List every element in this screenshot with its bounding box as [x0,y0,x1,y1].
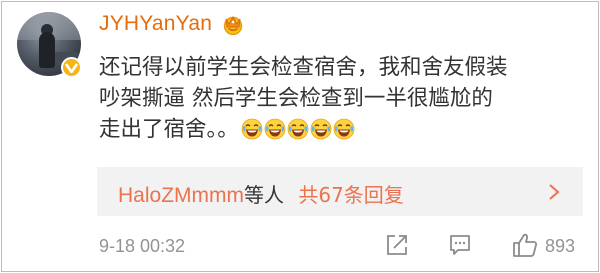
laughing-crying-face-emoji [333,118,355,140]
comment-text: 还记得以前学生会检查宿舍，我和舍友假装 吵架撕逼 然后学生会检查到一半很尴尬的 … [99,52,579,149]
replies-summary[interactable]: HaloZMmmm等人 共67条回复 [118,179,404,208]
laughing-crying-face-emoji [264,118,286,140]
thumbs-up-icon[interactable] [512,232,538,258]
reply-username[interactable]: HaloZMmmm [118,184,244,207]
username-link[interactable]: JYHYanYan [99,12,212,36]
share-icon[interactable] [385,233,409,257]
replies-preview[interactable]: HaloZMmmm等人 共67条回复 [97,167,583,216]
reply-count-link[interactable]: 共67条回复 [298,183,403,207]
crown-icon [223,15,243,35]
comment-line: 还记得以前学生会检查宿舍，我和舍友假装 [99,55,508,80]
comment-line: 吵架撕逼 然后学生会检查到一半很尴尬的 [99,86,493,111]
laughing-crying-face-emoji [310,118,332,140]
comment-line-text: 走出了宿舍。。 [99,117,239,142]
reply-others-text: 等人 [244,183,284,207]
comment-icon[interactable] [448,233,472,257]
like-count: 893 [545,236,576,256]
laughing-crying-face-emoji [241,118,263,140]
comment-line-last: 走出了宿舍。。 [99,114,579,149]
emoji-group [241,118,356,149]
verified-badge-icon [61,57,82,78]
chevron-right-icon[interactable] [548,183,560,201]
avatar-figure-shape [39,32,55,68]
timestamp: 9-18 00:32 [99,236,186,256]
laughing-crying-face-emoji [287,118,309,140]
